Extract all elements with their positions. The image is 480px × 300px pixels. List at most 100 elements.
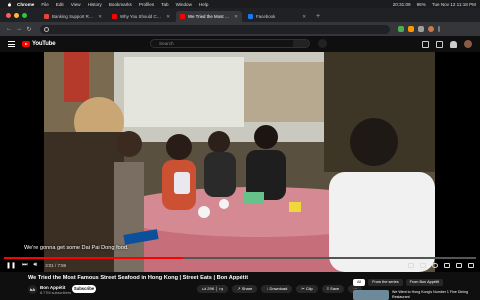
- clock[interactable]: Tue Nov 12 11:18 PM: [432, 2, 476, 7]
- video-actions: 👍︎ 29K │ 👎︎ ↗ Share ↓ Download ✂ Clip ≡ …: [197, 285, 366, 293]
- hamburger-menu-icon[interactable]: [8, 40, 15, 48]
- video-player[interactable]: We're gonna get some Dai Pai Dong food.: [0, 52, 480, 272]
- tab-why-you-should-care[interactable]: Why You Should Care About ✕: [108, 11, 174, 22]
- download-icon: ↓: [266, 286, 269, 291]
- menu-history[interactable]: History: [88, 2, 102, 7]
- settings-gear-icon[interactable]: [432, 263, 438, 268]
- video-progress-fill: [4, 257, 184, 259]
- share-label: Share: [241, 286, 253, 291]
- menu-edit[interactable]: Edit: [56, 2, 64, 7]
- account-avatar[interactable]: [464, 40, 472, 48]
- youtube-wordmark: YouTube: [32, 41, 56, 47]
- menu-file[interactable]: File: [41, 2, 48, 7]
- captions-icon[interactable]: [420, 263, 426, 268]
- chrome-toolbar: ← → ↻: [0, 22, 480, 36]
- miniplayer-icon[interactable]: [444, 263, 450, 268]
- tab-label: Banking Support Request: [52, 14, 95, 19]
- menu-profiles[interactable]: Profiles: [139, 2, 154, 7]
- menu-help[interactable]: Help: [199, 2, 208, 7]
- cast-icon[interactable]: [422, 40, 429, 48]
- save-icon: ≡: [326, 286, 330, 291]
- address-bar[interactable]: [40, 24, 390, 34]
- clip-button[interactable]: ✂ Clip: [296, 285, 318, 293]
- clip-icon: ✂: [301, 286, 305, 291]
- download-button[interactable]: ↓ Download: [261, 285, 293, 293]
- recommendation-chips: All From the series From Bon Appétit: [353, 279, 446, 286]
- search-icon[interactable]: [293, 40, 309, 47]
- close-tab-icon[interactable]: ✕: [166, 14, 170, 20]
- more-menu-icon[interactable]: [438, 26, 440, 32]
- subscriber-count: 8.77M subscribers: [40, 290, 72, 295]
- tab-banking-support[interactable]: Banking Support Request ✕: [40, 11, 106, 22]
- extensions-area: [398, 26, 444, 32]
- subscribe-button[interactable]: Subscribe: [72, 285, 96, 293]
- reload-icon[interactable]: ↻: [24, 26, 34, 33]
- recommended-thumbnail[interactable]: [353, 290, 389, 300]
- video-subtitle: We're gonna get some Dai Pai Dong food.: [24, 245, 129, 251]
- forward-arrow-icon[interactable]: →: [14, 26, 24, 32]
- player-right-controls: [402, 263, 474, 268]
- close-window-button[interactable]: [6, 12, 11, 18]
- youtube-header: YouTube Search: [0, 36, 480, 52]
- menubar-status: 20:31:09 96% Tue Nov 12 11:18 PM: [387, 0, 476, 8]
- autoplay-toggle-icon[interactable]: [408, 263, 414, 268]
- theater-mode-icon[interactable]: [456, 263, 462, 268]
- window-controls: [0, 8, 40, 22]
- chip-from-bon-appetit[interactable]: From Bon Appétit: [405, 279, 443, 286]
- tab-we-tried-most-famous[interactable]: We Tried the Most Famous S ✕: [176, 11, 242, 22]
- video-progress-bar[interactable]: [4, 257, 476, 259]
- menu-window[interactable]: Window: [176, 2, 192, 7]
- search-input[interactable]: Search: [150, 39, 310, 48]
- youtube-play-icon: [22, 41, 30, 47]
- header-actions: [415, 40, 472, 48]
- download-label: Download: [269, 286, 288, 291]
- tab-label: We Tried the Most Famous S: [188, 14, 231, 19]
- tab-facebook[interactable]: Facebook ✕: [244, 11, 310, 22]
- zoom-window-button[interactable]: [22, 12, 27, 18]
- notifications-bell-icon[interactable]: [450, 40, 457, 48]
- timer-readout[interactable]: 20:31:09: [393, 2, 411, 7]
- volume-icon[interactable]: 🔊︎: [33, 262, 37, 269]
- like-count: 29K: [207, 286, 215, 291]
- share-button[interactable]: ↗ Share: [232, 285, 258, 293]
- minimize-window-button[interactable]: [14, 12, 19, 18]
- like-button[interactable]: 👍︎ 29K │ 👎︎: [197, 285, 229, 293]
- chrome-tab-strip: Banking Support Request ✕ Why You Should…: [0, 8, 480, 22]
- chip-all[interactable]: All: [353, 279, 366, 286]
- youtube-favicon-icon: [112, 14, 117, 19]
- tab-label: Facebook: [256, 14, 276, 19]
- save-button[interactable]: ≡ Save: [321, 285, 345, 293]
- channel-name[interactable]: Bon Appétit: [40, 285, 65, 290]
- new-tab-icon[interactable]: +: [312, 11, 324, 22]
- youtube-logo[interactable]: YouTube: [22, 41, 56, 47]
- close-tab-icon[interactable]: ✕: [234, 14, 238, 20]
- battery-readout[interactable]: 96%: [417, 2, 426, 7]
- close-tab-icon[interactable]: ✕: [302, 14, 306, 20]
- puzzle-icon[interactable]: [418, 26, 424, 32]
- close-tab-icon[interactable]: ✕: [98, 14, 102, 20]
- menu-tab[interactable]: Tab: [161, 2, 168, 7]
- profile-icon[interactable]: [428, 26, 434, 32]
- menu-chrome[interactable]: Chrome: [17, 2, 34, 7]
- time-display: 3:01 / 7:59: [45, 263, 67, 268]
- extension-icon[interactable]: [408, 26, 414, 32]
- menu-bookmarks[interactable]: Bookmarks: [109, 2, 132, 7]
- fullscreen-icon[interactable]: [468, 263, 474, 268]
- menu-view[interactable]: View: [71, 2, 81, 7]
- clip-label: Clip: [305, 286, 313, 291]
- recommended-title[interactable]: We Went to Hong Kong's Number 1 Fine Din…: [392, 290, 472, 300]
- recommended-video[interactable]: We Went to Hong Kong's Number 1 Fine Din…: [353, 290, 472, 300]
- save-label: Save: [330, 286, 340, 291]
- back-arrow-icon[interactable]: ←: [4, 26, 14, 32]
- create-icon[interactable]: [436, 40, 443, 48]
- video-frame[interactable]: [44, 52, 435, 272]
- microphone-icon[interactable]: [318, 39, 327, 48]
- apple-icon[interactable]: [6, 2, 13, 7]
- next-video-icon[interactable]: ⏭: [22, 262, 27, 269]
- chip-from-the-series[interactable]: From the series: [368, 279, 403, 286]
- pause-icon[interactable]: ❚❚: [6, 262, 16, 269]
- channel-avatar[interactable]: bA: [28, 285, 37, 294]
- extension-icon[interactable]: [398, 26, 404, 32]
- macos-menubar: Chrome File Edit View History Bookmarks …: [0, 0, 480, 8]
- google-icon: [44, 26, 49, 32]
